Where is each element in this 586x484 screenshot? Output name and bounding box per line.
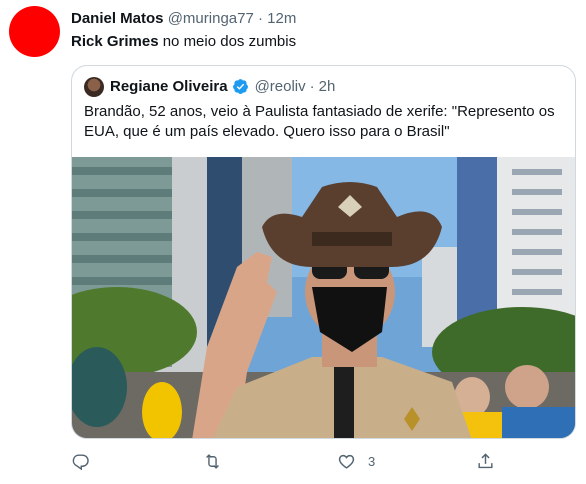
quoted-tweet-header: Regiane Oliveira @reoliv · 2h [110, 78, 335, 95]
separator-dot: · [257, 10, 263, 27]
quoted-tweet[interactable]: Regiane Oliveira @reoliv · 2h Brandão, 5… [71, 65, 576, 439]
quoted-separator-dot: · [309, 78, 315, 95]
reply-icon [72, 454, 89, 471]
share-icon [478, 453, 493, 469]
quoted-tweet-time: 2h [318, 78, 336, 95]
like-count: 3 [368, 454, 376, 469]
quoted-tweet-text: Brandão, 52 anos, veio à Paulista fantas… [84, 103, 555, 140]
tweet-time[interactable]: 12m [267, 10, 296, 27]
reply-button[interactable] [71, 452, 90, 471]
quoted-author-handle: @reoliv [254, 78, 306, 95]
tweet-header: Daniel Matos @muringa77 · 12m [71, 10, 296, 27]
tweet-text: Rick Grimes no meio dos zumbis [71, 33, 296, 50]
like-button[interactable]: 3 [337, 452, 375, 471]
tweet-actions: 3 [71, 452, 501, 474]
author-name[interactable]: Daniel Matos [71, 10, 164, 27]
verified-badge-icon [232, 79, 248, 95]
photo-sheriff-costume-icon[interactable] [72, 157, 576, 439]
quoted-author-name: Regiane Oliveira [110, 78, 228, 95]
quoted-author-avatar [84, 77, 104, 97]
author-avatar[interactable] [9, 6, 60, 57]
tweet-text-rest: no meio dos zumbis [158, 33, 297, 50]
tweet-text-bold: Rick Grimes [71, 33, 159, 50]
share-button[interactable] [476, 452, 495, 471]
retweet-button[interactable] [203, 452, 222, 471]
retweet-icon [206, 454, 219, 469]
author-handle[interactable]: @muringa77 [168, 10, 254, 27]
heart-icon [338, 454, 355, 469]
